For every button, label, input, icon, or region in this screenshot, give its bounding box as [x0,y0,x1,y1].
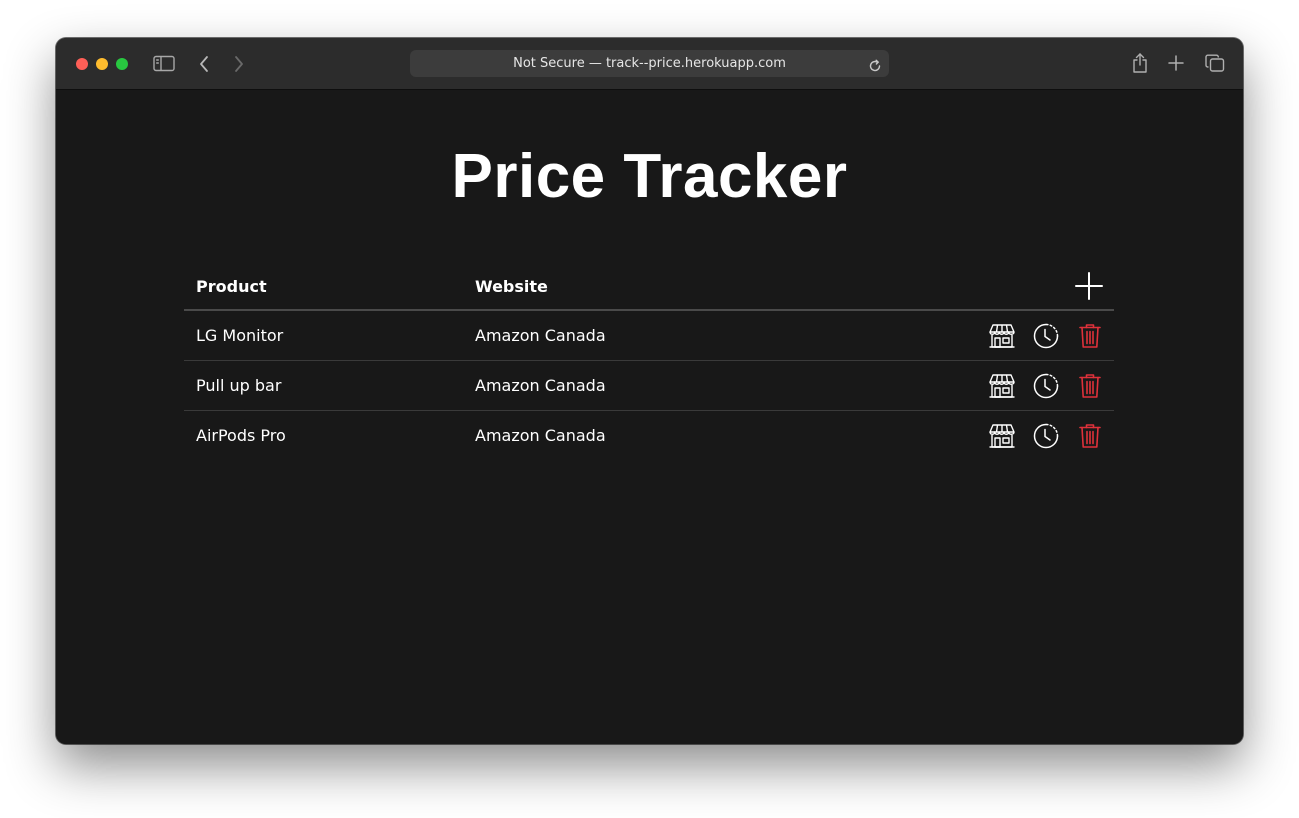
browser-window: Not Secure — track--price.herokuapp.com [56,38,1243,744]
row-actions [988,373,1104,399]
website-name: Amazon Canada [475,326,606,345]
history-clock-icon [1033,423,1059,449]
address-bar[interactable]: Not Secure — track--price.herokuapp.com [410,50,889,77]
delete-button[interactable] [1076,373,1104,399]
history-clock-icon [1033,373,1059,399]
back-icon[interactable] [198,55,210,73]
trash-icon [1079,374,1101,398]
reload-icon[interactable] [868,56,882,83]
add-product-button[interactable] [1074,271,1104,301]
price-history-button[interactable] [1032,373,1060,399]
product-name: LG Monitor [196,326,284,345]
price-history-button[interactable] [1032,323,1060,349]
product-column-header: Product [196,277,267,296]
page-content: Price Tracker Product Website LG Monitor… [56,91,1243,744]
trash-icon [1079,424,1101,448]
zoom-window-button[interactable] [116,58,128,70]
history-clock-icon [1033,323,1059,349]
minimize-window-button[interactable] [96,58,108,70]
table-row: AirPods Pro Amazon Canada [184,411,1114,461]
share-icon[interactable] [1131,52,1149,74]
delete-button[interactable] [1076,323,1104,349]
delete-button[interactable] [1076,423,1104,449]
table-row: Pull up bar Amazon Canada [184,361,1114,411]
product-name: AirPods Pro [196,426,286,445]
website-column-header: Website [475,277,548,296]
table-row: LG Monitor Amazon Canada [184,311,1114,361]
page-title: Price Tracker [451,142,848,211]
plus-icon [1075,272,1103,300]
store-button[interactable] [988,323,1016,349]
price-history-button[interactable] [1032,423,1060,449]
sidebar-icon[interactable] [153,55,175,72]
store-icon [989,424,1015,448]
product-name: Pull up bar [196,376,282,395]
close-window-button[interactable] [76,58,88,70]
new-tab-icon[interactable] [1168,55,1184,71]
forward-icon[interactable] [233,55,245,73]
browser-toolbar: Not Secure — track--price.herokuapp.com [56,38,1243,90]
trash-icon [1079,324,1101,348]
store-icon [989,324,1015,348]
store-icon [989,374,1015,398]
row-actions [988,423,1104,449]
website-name: Amazon Canada [475,376,606,395]
products-table: Product Website LG Monitor Amazon Canada [184,263,1114,461]
store-button[interactable] [988,373,1016,399]
address-text: Not Secure — track--price.herokuapp.com [513,56,786,71]
website-name: Amazon Canada [475,426,606,445]
tab-overview-icon[interactable] [1205,54,1225,73]
table-header: Product Website [184,263,1114,311]
row-actions [988,323,1104,349]
store-button[interactable] [988,423,1016,449]
